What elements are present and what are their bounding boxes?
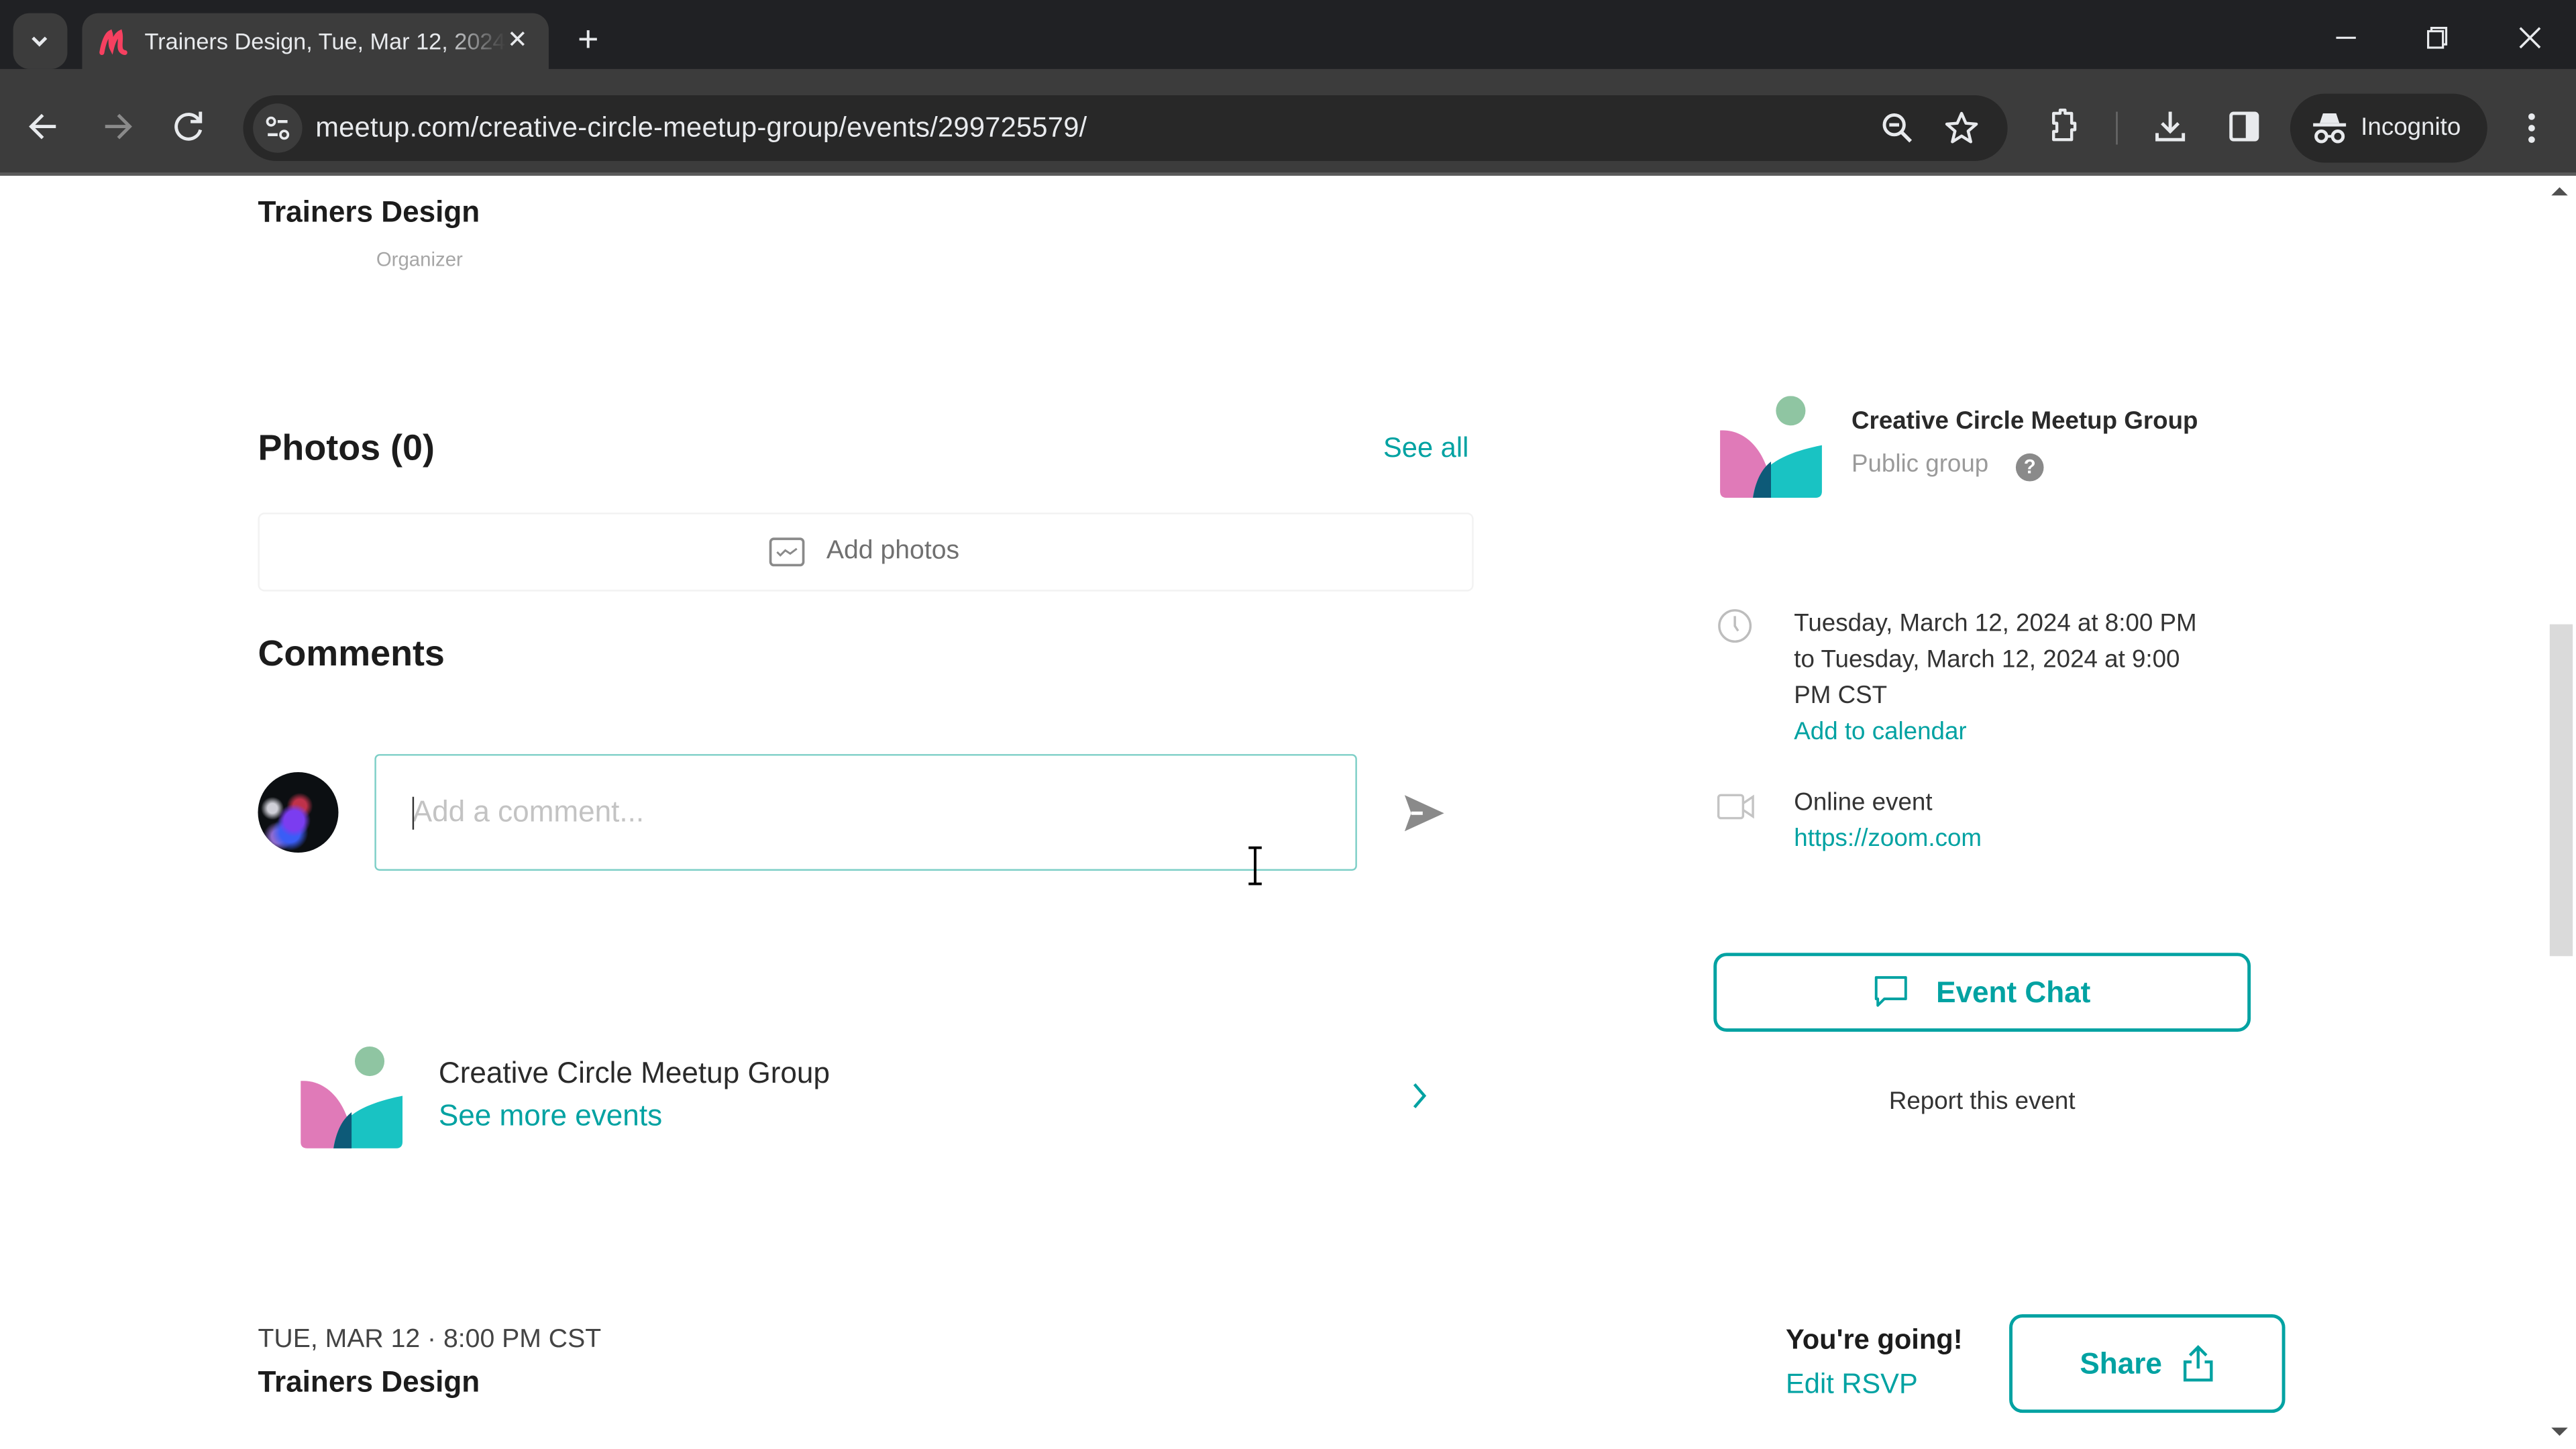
incognito-profile-button[interactable]: Incognito — [2290, 93, 2487, 163]
chevron-down-icon — [32, 36, 48, 47]
share-label: Share — [2080, 1346, 2162, 1379]
help-icon[interactable]: ? — [2015, 453, 2044, 482]
user-avatar — [258, 772, 339, 853]
clock-icon — [1718, 609, 1752, 643]
tab-search-button[interactable] — [13, 13, 68, 69]
extensions-icon[interactable] — [2042, 105, 2085, 148]
rsvp-status: You're going! — [1786, 1324, 1963, 1356]
video-camera-icon — [1717, 794, 1754, 820]
meetup-logo-icon — [99, 29, 127, 56]
forward-icon[interactable] — [92, 102, 141, 151]
tab-title: Trainers Design, Tue, Mar 12, 2024, 8:00… — [144, 28, 506, 54]
comment-input[interactable] — [374, 754, 1357, 871]
reload-icon[interactable] — [164, 102, 213, 151]
sidebar-group-name[interactable]: Creative Circle Meetup Group — [1851, 407, 2198, 435]
text-caret — [412, 796, 415, 830]
menu-icon[interactable] — [2514, 105, 2550, 152]
chat-bubble-icon — [1875, 976, 1908, 1007]
share-button[interactable]: Share — [2009, 1314, 2286, 1413]
site-info-button[interactable] — [253, 103, 303, 153]
organizer-name[interactable]: Trainers Design — [258, 195, 480, 229]
zoom-link[interactable]: https://zoom.com — [1794, 821, 1982, 857]
mouse-cursor-ibeam — [1248, 846, 1262, 885]
report-event-link[interactable]: Report this event — [1713, 1087, 2251, 1116]
side-panel-icon[interactable] — [2222, 105, 2265, 148]
group-type-label: Public group — [1851, 450, 1989, 478]
page-scrollbar[interactable] — [2544, 176, 2576, 1449]
url-text[interactable]: meetup.com/creative-circle-meetup-group/… — [315, 112, 1087, 145]
image-icon — [769, 537, 805, 567]
browser-toolbar: meetup.com/creative-circle-meetup-group/… — [0, 68, 2576, 174]
event-title: Trainers Design — [258, 1365, 480, 1399]
scroll-up-arrow-icon[interactable] — [2551, 187, 2568, 196]
see-more-events-link[interactable]: See more events — [439, 1099, 662, 1133]
sidebar-group-logo[interactable] — [1719, 396, 1824, 498]
datetime-start: Tuesday, March 12, 2024 at 8:00 PM — [1794, 609, 2197, 638]
new-tab-button[interactable]: + — [568, 19, 608, 59]
group-card[interactable]: Creative Circle Meetup Group See more ev… — [263, 1030, 1462, 1162]
add-photos-label: Add photos — [826, 537, 960, 566]
photos-heading: Photos (0) — [258, 427, 435, 468]
toolbar-divider — [2116, 111, 2118, 145]
add-photos-button[interactable]: Add photos — [258, 513, 1474, 592]
location-type: Online event — [1794, 788, 1933, 817]
add-to-calendar-link[interactable]: Add to calendar — [1794, 714, 2196, 751]
address-bar[interactable]: meetup.com/creative-circle-meetup-group/… — [243, 95, 2008, 162]
incognito-label: Incognito — [2361, 113, 2461, 142]
datetime-end: to Tuesday, March 12, 2024 at 9:00 — [1794, 645, 2180, 674]
scroll-down-arrow-icon[interactable] — [2551, 1428, 2568, 1436]
restore-icon[interactable] — [2412, 16, 2461, 59]
site-info-icon — [266, 116, 290, 140]
scrollbar-thumb[interactable] — [2549, 624, 2573, 957]
datetime-timezone: PM CST — [1794, 682, 1888, 710]
zoom-icon[interactable] — [1878, 109, 1917, 148]
tab-close-button[interactable]: ✕ — [499, 23, 535, 59]
bookmark-star-icon[interactable] — [1942, 109, 1982, 148]
send-icon[interactable] — [1400, 790, 1449, 837]
minimize-icon[interactable] — [2321, 16, 2370, 59]
chevron-right-icon[interactable] — [1409, 1079, 1429, 1112]
see-all-photos-link[interactable]: See all — [1383, 432, 1468, 465]
event-chat-label: Event Chat — [1936, 975, 2091, 1008]
page-content: Trainers Design Organizer Photos (0) See… — [0, 176, 2545, 1449]
event-date-summary: TUE, MAR 12 · 8:00 PM CST — [258, 1326, 602, 1354]
edit-rsvp-link[interactable]: Edit RSVP — [1786, 1368, 1918, 1401]
event-chat-button[interactable]: Event Chat — [1713, 953, 2251, 1032]
download-icon[interactable] — [2149, 105, 2192, 148]
share-icon — [2183, 1345, 2213, 1382]
event-location: Online event https://zoom.com — [1794, 786, 1982, 858]
event-datetime: Tuesday, March 12, 2024 at 8:00 PM to Tu… — [1794, 606, 2196, 751]
comments-heading: Comments — [258, 632, 445, 674]
back-icon[interactable] — [19, 102, 68, 151]
organizer-role: Organizer — [376, 248, 463, 272]
group-logo — [301, 1046, 403, 1148]
incognito-icon — [2313, 113, 2347, 144]
close-icon[interactable] — [2506, 16, 2555, 59]
group-card-name[interactable]: Creative Circle Meetup Group — [439, 1057, 830, 1091]
